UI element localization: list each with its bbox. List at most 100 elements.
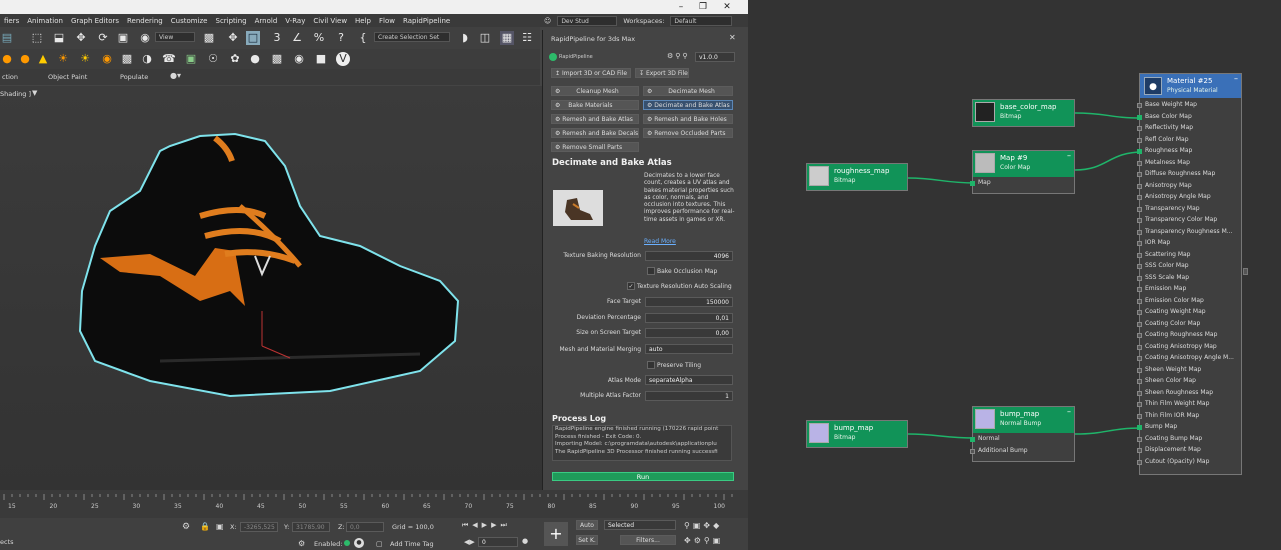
omni-light-icon[interactable]: ☀ — [56, 52, 70, 66]
material-port-socket[interactable] — [1137, 459, 1142, 465]
material-port-socket[interactable] — [1137, 298, 1142, 304]
vray-vfb-icon[interactable]: ◉ — [292, 52, 306, 66]
normal-input-socket[interactable] — [970, 437, 975, 442]
vray-decal-icon[interactable]: ✿ — [228, 52, 242, 66]
export-button[interactable]: ↧ Export 3D File — [635, 68, 689, 78]
enabled-indicator-icon[interactable] — [344, 540, 350, 546]
material-port[interactable]: Transparency Roughness M... — [1140, 228, 1232, 235]
named-selection-set[interactable]: Create Selection Set — [374, 32, 450, 42]
material-port[interactable]: Base Color Map — [1140, 113, 1192, 120]
material-port[interactable]: Emission Color Map — [1140, 297, 1204, 304]
material-port-socket[interactable] — [1137, 149, 1142, 154]
normal-bump-node[interactable]: bump_map Normal Bump – Normal Additional… — [970, 406, 1075, 462]
bump-map-node[interactable]: bump_map Bitmap — [806, 420, 908, 448]
restore-icon[interactable]: ❐ — [692, 0, 714, 14]
atlas-mode-select[interactable]: separateAlpha — [645, 375, 733, 385]
material-port[interactable]: Coating Weight Map — [1140, 308, 1206, 315]
menu-vray[interactable]: V-Ray — [281, 17, 309, 25]
align-icon[interactable]: ◫ — [478, 31, 492, 45]
material-port-socket[interactable] — [1137, 137, 1142, 143]
material-port[interactable]: Roughness Map — [1140, 147, 1192, 154]
scale-icon[interactable]: ▣ — [116, 31, 130, 45]
x-coord[interactable]: -3265,525 — [240, 522, 278, 532]
menu-rapidpipeline[interactable]: RapidPipeline — [399, 17, 454, 25]
menu-civil-view[interactable]: Civil View — [309, 17, 351, 25]
material-port-socket[interactable] — [1137, 241, 1142, 246]
material-port[interactable]: Anisotropy Angle Map — [1140, 193, 1211, 200]
place-icon[interactable]: ◉ — [138, 31, 152, 45]
collapse-icon[interactable]: – — [1234, 74, 1238, 83]
workspace-select[interactable]: Default — [670, 15, 733, 26]
material-port-socket[interactable] — [1137, 310, 1142, 315]
node-editor-view[interactable]: ● Material #25 Physical Material – Base … — [748, 0, 1281, 550]
menu-graph-editors[interactable]: Graph Editors — [67, 17, 123, 25]
material-port[interactable]: Sheen Weight Map — [1140, 366, 1201, 373]
material-port[interactable]: Coating Anisotropy Map — [1140, 343, 1217, 350]
vray-render-icon[interactable]: ▩ — [270, 52, 284, 66]
ribbon-tab-populate[interactable]: Populate — [120, 73, 148, 81]
filters-button[interactable]: Filters... — [620, 535, 676, 545]
merging-select[interactable]: auto — [645, 344, 733, 354]
menu-animation[interactable]: Animation — [23, 17, 67, 25]
vray-logo-icon[interactable]: V — [336, 52, 350, 66]
base-color-map-node[interactable]: base_color_map Bitmap — [972, 99, 1075, 127]
ribbon-tab-object-paint[interactable]: Object Paint — [48, 73, 87, 81]
run-button[interactable]: Run — [552, 472, 734, 481]
material-port-socket[interactable] — [1137, 218, 1142, 223]
material-port[interactable]: Diffuse Roughness Map — [1140, 170, 1215, 177]
material-port-socket[interactable] — [1137, 229, 1142, 235]
material-port-socket[interactable] — [1137, 195, 1142, 200]
key-filter-select[interactable]: Selected — [604, 520, 676, 530]
deviation-input[interactable]: 0,01 — [645, 313, 733, 323]
material-port[interactable]: Transparency Map — [1140, 205, 1200, 212]
material-port[interactable]: Metalness Map — [1140, 159, 1190, 166]
material-port[interactable]: Displacement Map — [1140, 446, 1201, 453]
user-combo[interactable]: Dev Stud — [557, 15, 618, 26]
panel-info-icon[interactable]: ⚙⚲⚲ — [667, 52, 690, 60]
target-light-icon[interactable]: ● — [18, 52, 32, 66]
vray-scene-icon[interactable]: ■ — [314, 52, 328, 66]
material-port-socket[interactable] — [1137, 367, 1142, 373]
map9-node[interactable]: Map #9 Color Map – Map — [970, 150, 1075, 194]
material-port[interactable]: Thin Film IOR Map — [1140, 412, 1199, 419]
material-port-socket[interactable] — [1137, 402, 1142, 407]
absolute-mode-icon[interactable]: ▣ — [216, 522, 224, 531]
material-port[interactable]: Sheen Roughness Map — [1140, 389, 1213, 396]
record-icon[interactable]: ● — [354, 538, 364, 548]
material-port-socket[interactable] — [1137, 379, 1142, 384]
material-port[interactable]: Sheen Color Map — [1140, 377, 1196, 384]
add-time-tag[interactable]: Add Time Tag — [390, 540, 434, 548]
reference-coord-select[interactable]: View — [155, 32, 195, 42]
key-mode-icon[interactable]: ● — [522, 537, 528, 545]
material-port-socket[interactable] — [1137, 172, 1142, 177]
additional-bump-socket[interactable] — [970, 449, 975, 454]
menu-customize[interactable]: Customize — [167, 17, 212, 25]
bake-occlusion-checkbox[interactable] — [647, 267, 655, 275]
vray-clipper-icon[interactable]: ☉ — [206, 52, 220, 66]
lock-selection-icon[interactable]: 🔒 — [200, 522, 210, 531]
material-port[interactable]: Reflectivity Map — [1140, 124, 1193, 131]
menu-scripting[interactable]: Scripting — [212, 17, 251, 25]
decimate-mesh-button[interactable]: ⚙ Decimate Mesh — [643, 86, 733, 96]
read-more-link[interactable]: Read More — [644, 238, 676, 245]
screen-size-input[interactable]: 0,00 — [645, 328, 733, 338]
remesh-bake-decals-button[interactable]: ⚙ Remesh and Bake Decals — [551, 128, 639, 138]
scene-explorer-icon[interactable]: ☷ — [520, 31, 534, 45]
filter-icon[interactable]: ▼ — [32, 89, 37, 97]
material-port[interactable]: Thin Film Weight Map — [1140, 400, 1209, 407]
material-port-socket[interactable] — [1137, 160, 1142, 166]
percent-snap-icon[interactable]: % — [312, 31, 326, 45]
light-icon[interactable]: ● — [0, 52, 14, 66]
material-port-socket[interactable] — [1137, 413, 1142, 419]
layer-explorer-icon[interactable]: ▦ — [500, 31, 514, 45]
material-port-socket[interactable] — [1137, 183, 1142, 189]
spot-light-icon[interactable]: ▲ — [36, 52, 50, 66]
auto-scaling-checkbox[interactable]: ✓ — [627, 282, 635, 290]
additional-bump-port[interactable]: Additional Bump — [973, 447, 1028, 454]
remove-occluded-parts-button[interactable]: ⚙ Remove Occluded Parts — [643, 128, 733, 138]
material-port[interactable]: Coating Roughness Map — [1140, 331, 1217, 338]
time-tag-icon[interactable]: ⚙ — [298, 539, 305, 548]
collapse-icon[interactable]: – — [1067, 407, 1071, 416]
undo-icon[interactable]: ▤ — [0, 31, 14, 45]
material-output-socket[interactable] — [1243, 268, 1248, 275]
